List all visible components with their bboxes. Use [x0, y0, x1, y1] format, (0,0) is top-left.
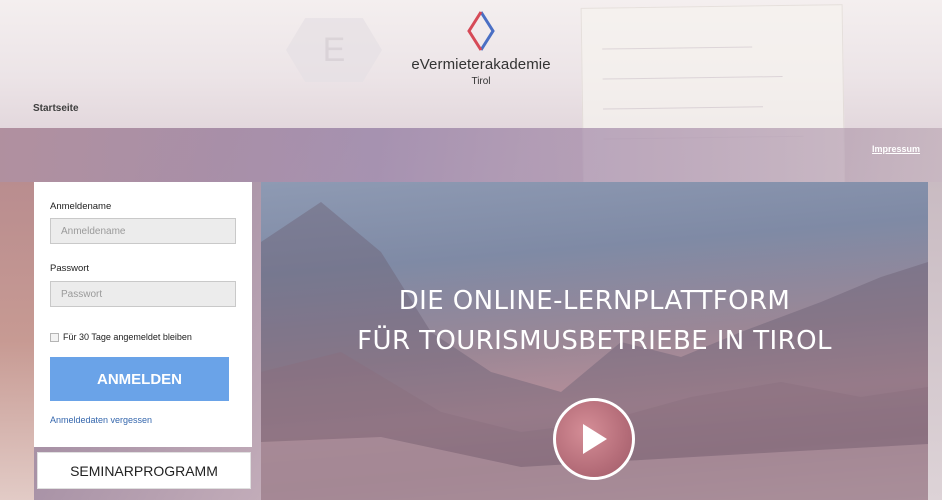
hero-video[interactable]: DIE ONLINE-LERNPLATTFORM FÜR TOURISMUSBE…: [261, 182, 928, 500]
hero-headline-line1: DIE ONLINE-LERNPLATTFORM: [398, 286, 791, 316]
brand-name: eVermieterakademie: [411, 56, 551, 73]
impressum-link[interactable]: Impressum: [872, 144, 920, 154]
seminar-program-button[interactable]: SEMINARPROGRAMM: [37, 452, 251, 489]
evermieter-logo-icon[interactable]: [466, 10, 496, 52]
brand-subtitle: Tirol: [471, 76, 491, 87]
login-form: Anmeldename Passwort Für 30 Tage angemel…: [34, 182, 252, 447]
password-input[interactable]: [50, 281, 236, 307]
background-band: [0, 128, 942, 182]
username-input[interactable]: [50, 218, 236, 244]
play-icon: [583, 424, 607, 454]
background-photo-right: [928, 182, 942, 500]
login-button[interactable]: ANMELDEN: [50, 357, 229, 401]
forgot-credentials-link[interactable]: Anmeldedaten vergessen: [50, 415, 152, 425]
play-button[interactable]: [553, 398, 635, 480]
username-label: Anmeldename: [50, 201, 112, 212]
background-hexagon-shape: E: [286, 18, 382, 82]
hero-headline-line2: FÜR TOURISMUSBETRIEBE IN TIROL: [357, 326, 832, 356]
remember-me-row[interactable]: Für 30 Tage angemeldet bleiben: [50, 332, 192, 342]
nav-startseite-link[interactable]: Startseite: [33, 103, 79, 114]
remember-me-label: Für 30 Tage angemeldet bleiben: [63, 332, 192, 342]
background-photo-left: [0, 182, 34, 500]
password-label: Passwort: [50, 263, 90, 274]
remember-me-checkbox[interactable]: [50, 332, 59, 342]
